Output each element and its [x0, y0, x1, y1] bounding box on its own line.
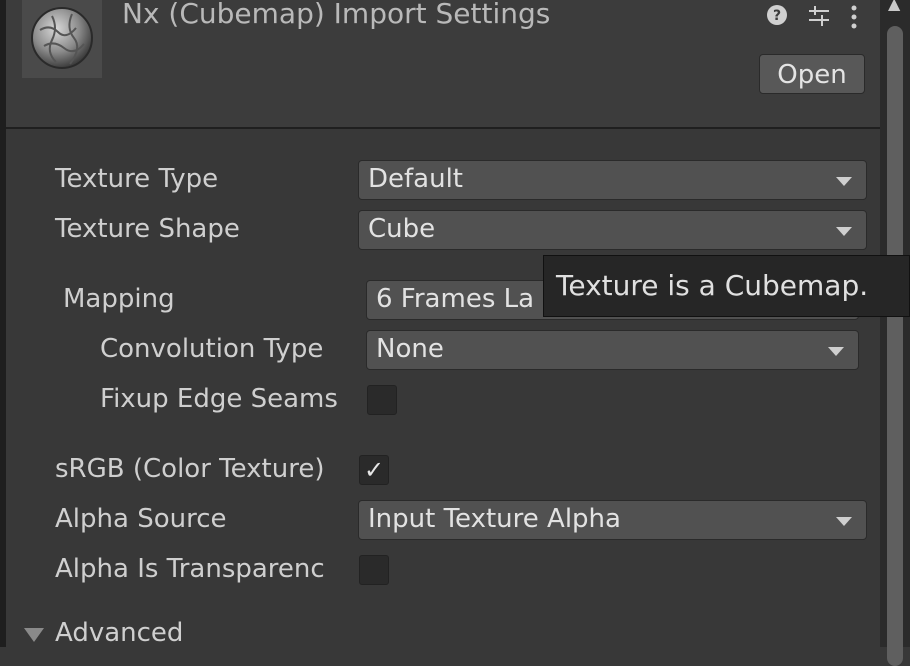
scroll-up-arrow-icon[interactable]: ▲ [888, 0, 900, 13]
scrollbar-thumb[interactable] [887, 26, 903, 666]
chevron-down-icon [836, 227, 852, 236]
foldout-expanded-icon[interactable] [24, 628, 44, 642]
presets-sliders-icon[interactable] [807, 4, 831, 34]
advanced-foldout-label[interactable]: Advanced [55, 618, 183, 648]
alpha-is-transparency-checkbox[interactable] [359, 555, 389, 585]
alpha-is-transparency-label: Alpha Is Transparenc [55, 554, 325, 584]
texture-shape-label: Texture Shape [55, 214, 240, 244]
fixup-edge-seams-label: Fixup Edge Seams [100, 384, 338, 414]
vertical-scrollbar[interactable]: ▲ [880, 0, 910, 666]
mapping-value: 6 Frames La [376, 284, 535, 314]
alpha-source-label: Alpha Source [55, 504, 227, 534]
chevron-down-icon [836, 177, 852, 186]
srgb-checkbox[interactable]: ✓ [359, 455, 389, 485]
alpha-source-value: Input Texture Alpha [368, 504, 621, 534]
srgb-label: sRGB (Color Texture) [55, 454, 325, 484]
help-icon[interactable]: ? [766, 4, 788, 32]
inspector-header: Nx (Cubemap) Import Settings ? Open [6, 0, 880, 129]
inspector-title: Nx (Cubemap) Import Settings [122, 0, 551, 30]
convolution-type-dropdown[interactable]: None [366, 330, 859, 370]
fixup-edge-seams-checkbox[interactable] [367, 385, 397, 415]
mapping-label: Mapping [63, 284, 175, 314]
alpha-source-dropdown[interactable]: Input Texture Alpha [358, 500, 867, 540]
texture-shape-dropdown[interactable]: Cube [358, 210, 867, 250]
chevron-down-icon [836, 517, 852, 526]
texture-type-value: Default [368, 164, 463, 194]
svg-text:?: ? [773, 8, 781, 24]
kebab-menu-icon[interactable] [850, 4, 858, 36]
convolution-type-label: Convolution Type [100, 334, 324, 364]
convolution-type-value: None [376, 334, 444, 364]
tooltip: Texture is a Cubemap. [543, 255, 910, 317]
open-button[interactable]: Open [759, 54, 865, 94]
chevron-down-icon [828, 347, 844, 356]
texture-type-dropdown[interactable]: Default [358, 160, 867, 200]
texture-type-label: Texture Type [55, 164, 219, 194]
checkmark-icon: ✓ [363, 456, 385, 484]
cubemap-thumbnail [22, 0, 102, 78]
texture-shape-value: Cube [368, 214, 436, 244]
